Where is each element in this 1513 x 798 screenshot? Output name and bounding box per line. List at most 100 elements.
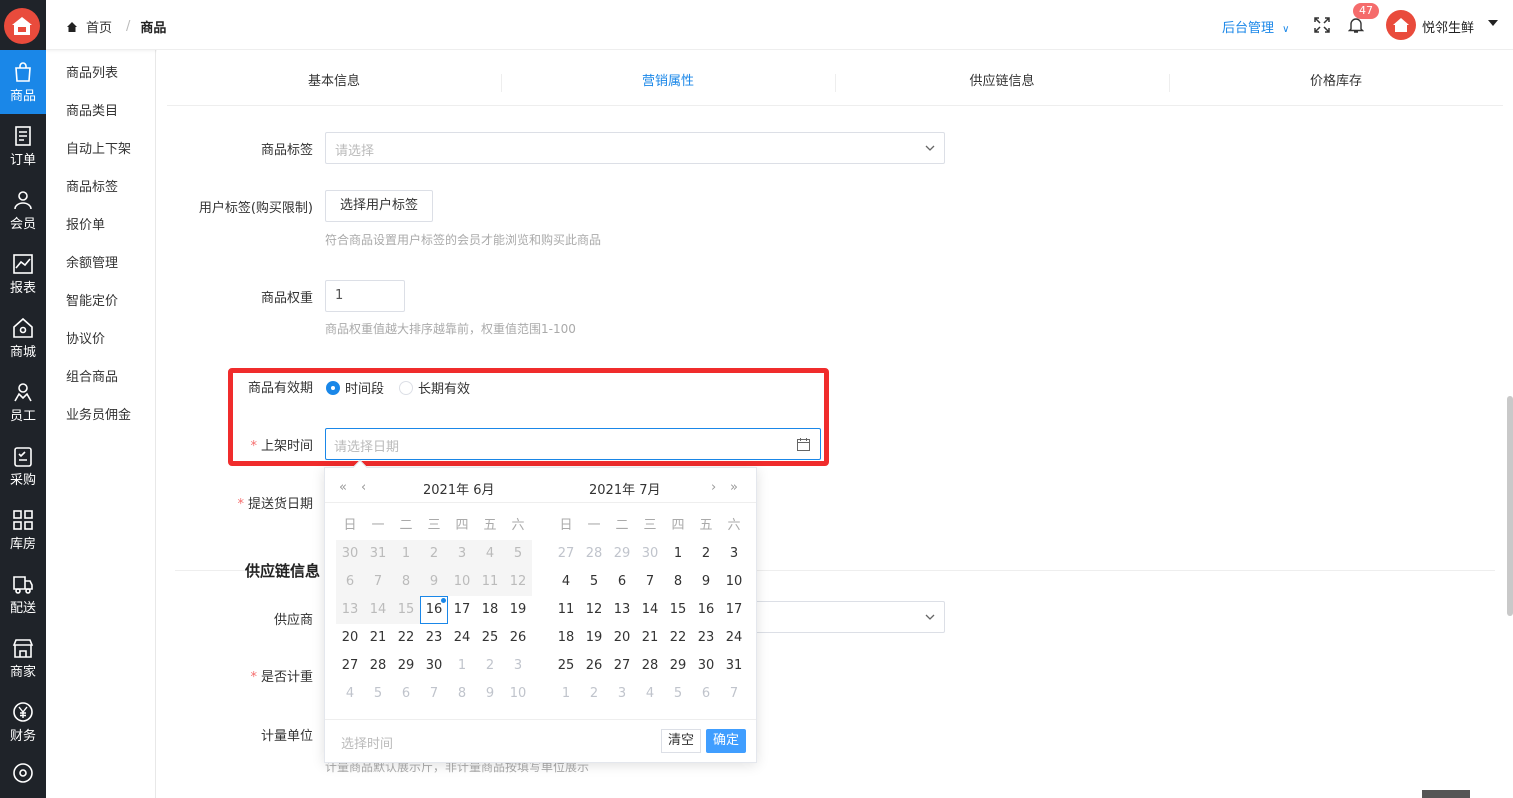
day-cell[interactable]: 16 bbox=[420, 596, 448, 624]
day-cell[interactable]: 23 bbox=[420, 624, 448, 652]
rail-item-8[interactable]: 配送 bbox=[0, 562, 46, 626]
next-month-icon[interactable]: › bbox=[711, 480, 716, 495]
day-cell[interactable]: 15 bbox=[664, 596, 692, 624]
day-cell[interactable]: 30 bbox=[420, 652, 448, 680]
day-cell[interactable]: 24 bbox=[720, 624, 748, 652]
submenu-item[interactable]: 余额管理 bbox=[46, 245, 155, 283]
rail-item-5[interactable]: 员工 bbox=[0, 370, 46, 434]
day-cell[interactable]: 19 bbox=[504, 596, 532, 624]
day-cell[interactable]: 27 bbox=[608, 652, 636, 680]
day-cell[interactable]: 14 bbox=[636, 596, 664, 624]
day-cell[interactable]: 19 bbox=[580, 624, 608, 652]
day-cell[interactable]: 4 bbox=[552, 568, 580, 596]
day-cell[interactable]: 8 bbox=[664, 568, 692, 596]
avatar[interactable] bbox=[1386, 10, 1416, 40]
rail-item-0[interactable]: 商品 bbox=[0, 50, 46, 114]
submenu-item[interactable]: 报价单 bbox=[46, 207, 155, 245]
rail-item-more[interactable] bbox=[0, 754, 46, 794]
day-cell[interactable]: 7 bbox=[420, 680, 448, 708]
day-cell[interactable]: 9 bbox=[476, 680, 504, 708]
admin-menu[interactable]: 后台管理 ∨ bbox=[1222, 17, 1289, 36]
corner-widget[interactable] bbox=[1422, 790, 1470, 798]
day-cell[interactable]: 10 bbox=[504, 680, 532, 708]
username[interactable]: 悦邻生鲜 bbox=[1422, 17, 1474, 36]
day-cell[interactable]: 12 bbox=[580, 596, 608, 624]
day-cell[interactable]: 20 bbox=[608, 624, 636, 652]
select-user-tag-button[interactable]: 选择用户标签 bbox=[325, 190, 434, 222]
day-cell[interactable]: 17 bbox=[720, 596, 748, 624]
day-cell[interactable]: 7 bbox=[720, 680, 748, 708]
day-cell[interactable]: 5 bbox=[364, 680, 392, 708]
rail-item-7[interactable]: 库房 bbox=[0, 498, 46, 562]
submenu-item[interactable]: 协议价 bbox=[46, 321, 155, 359]
clear-button[interactable]: 清空 bbox=[661, 729, 702, 753]
rail-item-4[interactable]: 商城 bbox=[0, 306, 46, 370]
submenu-item[interactable]: 业务员佣金 bbox=[46, 397, 155, 435]
day-cell[interactable]: 24 bbox=[448, 624, 476, 652]
prev-month-icon[interactable]: ‹ bbox=[361, 480, 366, 495]
rail-item-3[interactable]: 报表 bbox=[0, 242, 46, 306]
rail-item-1[interactable]: 订单 bbox=[0, 114, 46, 178]
day-cell[interactable]: 1 bbox=[664, 540, 692, 568]
submenu-item[interactable]: 商品类目 bbox=[46, 93, 155, 131]
day-cell[interactable]: 17 bbox=[448, 596, 476, 624]
day-cell[interactable]: 7 bbox=[636, 568, 664, 596]
day-cell[interactable]: 10 bbox=[720, 568, 748, 596]
rail-item-2[interactable]: 会员 bbox=[0, 178, 46, 242]
day-cell[interactable]: 27 bbox=[336, 652, 364, 680]
tab-3[interactable]: 价格库存 bbox=[1169, 62, 1503, 105]
day-cell[interactable]: 28 bbox=[580, 540, 608, 568]
day-cell[interactable]: 1 bbox=[552, 680, 580, 708]
day-cell[interactable]: 27 bbox=[552, 540, 580, 568]
day-cell[interactable]: 5 bbox=[580, 568, 608, 596]
breadcrumb-home[interactable]: 首页 bbox=[86, 17, 112, 36]
day-cell[interactable]: 28 bbox=[636, 652, 664, 680]
day-cell[interactable]: 20 bbox=[336, 624, 364, 652]
submenu-item[interactable]: 智能定价 bbox=[46, 283, 155, 321]
day-cell[interactable]: 23 bbox=[692, 624, 720, 652]
rail-item-10[interactable]: 财务 bbox=[0, 690, 46, 754]
submenu-item[interactable]: 自动上下架 bbox=[46, 131, 155, 169]
day-cell[interactable]: 3 bbox=[608, 680, 636, 708]
tag-select[interactable]: 请选择 bbox=[325, 132, 945, 164]
day-cell[interactable]: 6 bbox=[392, 680, 420, 708]
day-cell[interactable]: 26 bbox=[580, 652, 608, 680]
tab-1[interactable]: 营销属性 bbox=[501, 62, 835, 105]
day-cell[interactable]: 22 bbox=[664, 624, 692, 652]
app-logo[interactable] bbox=[4, 8, 40, 44]
day-cell[interactable]: 16 bbox=[692, 596, 720, 624]
day-cell[interactable]: 6 bbox=[692, 680, 720, 708]
next-year-icon[interactable]: » bbox=[730, 480, 738, 495]
day-cell[interactable]: 8 bbox=[448, 680, 476, 708]
day-cell[interactable]: 18 bbox=[476, 596, 504, 624]
tab-0[interactable]: 基本信息 bbox=[167, 62, 501, 105]
submenu-item[interactable]: 商品列表 bbox=[46, 55, 155, 93]
day-cell[interactable]: 29 bbox=[664, 652, 692, 680]
day-cell[interactable]: 21 bbox=[636, 624, 664, 652]
day-cell[interactable]: 2 bbox=[580, 680, 608, 708]
confirm-button[interactable]: 确定 bbox=[706, 729, 747, 753]
day-cell[interactable]: 2 bbox=[692, 540, 720, 568]
day-cell[interactable]: 26 bbox=[504, 624, 532, 652]
day-cell[interactable]: 11 bbox=[552, 596, 580, 624]
fullscreen-icon[interactable] bbox=[1314, 17, 1330, 33]
day-cell[interactable]: 30 bbox=[636, 540, 664, 568]
day-cell[interactable]: 25 bbox=[476, 624, 504, 652]
day-cell[interactable]: 18 bbox=[552, 624, 580, 652]
day-cell[interactable]: 29 bbox=[392, 652, 420, 680]
day-cell[interactable]: 4 bbox=[636, 680, 664, 708]
day-cell[interactable]: 2 bbox=[476, 652, 504, 680]
caret-down-icon[interactable] bbox=[1488, 20, 1498, 28]
day-cell[interactable]: 9 bbox=[692, 568, 720, 596]
day-cell[interactable]: 6 bbox=[608, 568, 636, 596]
prev-year-icon[interactable]: « bbox=[339, 480, 347, 495]
day-cell[interactable]: 25 bbox=[552, 652, 580, 680]
day-cell[interactable]: 4 bbox=[336, 680, 364, 708]
day-cell[interactable]: 21 bbox=[364, 624, 392, 652]
day-cell[interactable]: 31 bbox=[720, 652, 748, 680]
rail-item-6[interactable]: 采购 bbox=[0, 434, 46, 498]
day-cell[interactable]: 1 bbox=[448, 652, 476, 680]
weight-input[interactable]: 1 bbox=[325, 280, 405, 312]
submenu-item[interactable]: 商品标签 bbox=[46, 169, 155, 207]
tab-2[interactable]: 供应链信息 bbox=[835, 62, 1169, 105]
